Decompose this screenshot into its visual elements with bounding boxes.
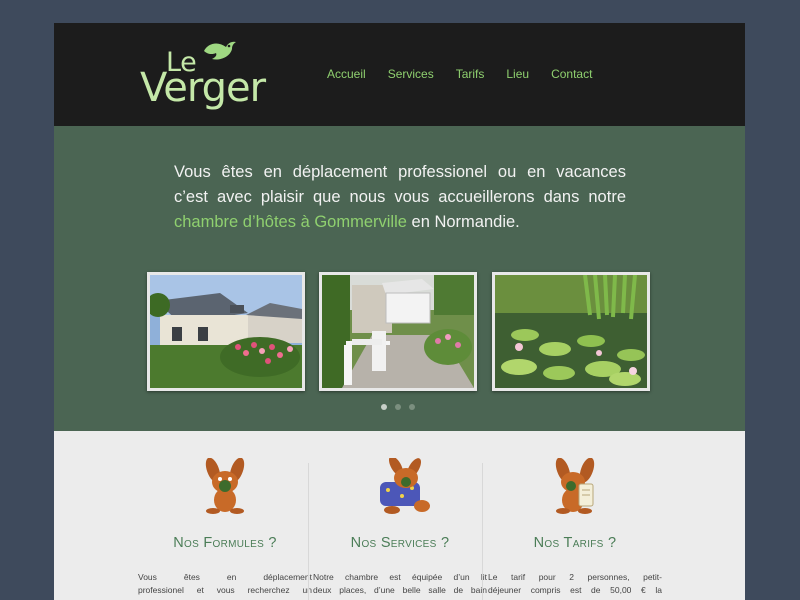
slider-dot-1[interactable] <box>381 404 387 410</box>
hero-section: Vous êtes en déplacement professionel ou… <box>54 126 745 431</box>
nav-services[interactable]: Services <box>377 67 445 81</box>
house-photo[interactable] <box>147 272 305 391</box>
feature-formules: Nos Formules ? Vous êtes en déplacement p… <box>138 431 312 600</box>
slider-dot-2[interactable] <box>395 404 401 410</box>
nav-lieu[interactable]: Lieu <box>495 67 540 81</box>
main-nav: Accueil Services Tarifs Lieu Contact <box>316 67 603 81</box>
rabbit-bed-mascot-icon <box>380 458 430 514</box>
feature-tarifs: Nos Tarifs ? Le tarif pour 2 personnes, … <box>488 431 662 600</box>
logo-text-verger: Verger <box>140 65 266 111</box>
feature-divider <box>482 463 483 600</box>
rabbit-scroll-mascot-icon <box>555 458 595 514</box>
feature-tarifs-title: Nos Tarifs ? <box>533 535 617 551</box>
feature-formules-title: Nos Formules ? <box>173 535 277 551</box>
intro-line-2: c’est avec plaisir que nous vous accueil… <box>174 188 626 206</box>
features-section: Nos Formules ? Vous êtes en déplacement p… <box>54 431 745 600</box>
feature-services-text: Notre chambre est équipée d’un lit deux p… <box>313 572 487 595</box>
intro-text: Vous êtes en déplacement professionel ou… <box>174 160 626 235</box>
feature-tarifs-text: Le tarif pour 2 personnes, petit-déjeune… <box>488 572 662 595</box>
water-lily-pond-photo[interactable] <box>492 272 650 391</box>
site-header: Le Verger Accueil Services Tarifs Lieu C… <box>54 23 745 126</box>
feature-formules-text: Vous êtes en déplacement professionel et … <box>138 572 312 595</box>
slider-dots <box>381 404 415 410</box>
nav-tarifs[interactable]: Tarifs <box>445 67 496 81</box>
intro-line-3: chambre d’hôtes à Gommerville en Normand… <box>174 210 626 235</box>
bird-icon <box>204 41 236 60</box>
feature-divider <box>308 463 309 600</box>
garden-terrace-photo[interactable] <box>319 272 477 391</box>
intro-link[interactable]: chambre d’hôtes à Gommerville <box>174 213 407 231</box>
intro-line-1: Vous êtes en déplacement professionel ou… <box>174 163 626 181</box>
logo[interactable]: Le Verger <box>138 35 268 115</box>
feature-services-title: Nos Services ? <box>350 535 450 551</box>
feature-services: Nos Services ? Notre chambre est équipée… <box>313 431 487 600</box>
page: Le Verger Accueil Services Tarifs Lieu C… <box>54 23 745 600</box>
slider-dot-3[interactable] <box>409 404 415 410</box>
rabbit-mascot-icon <box>205 458 245 514</box>
nav-contact[interactable]: Contact <box>540 67 603 81</box>
nav-accueil[interactable]: Accueil <box>316 67 377 81</box>
intro-tail: en Normandie. <box>406 213 520 231</box>
